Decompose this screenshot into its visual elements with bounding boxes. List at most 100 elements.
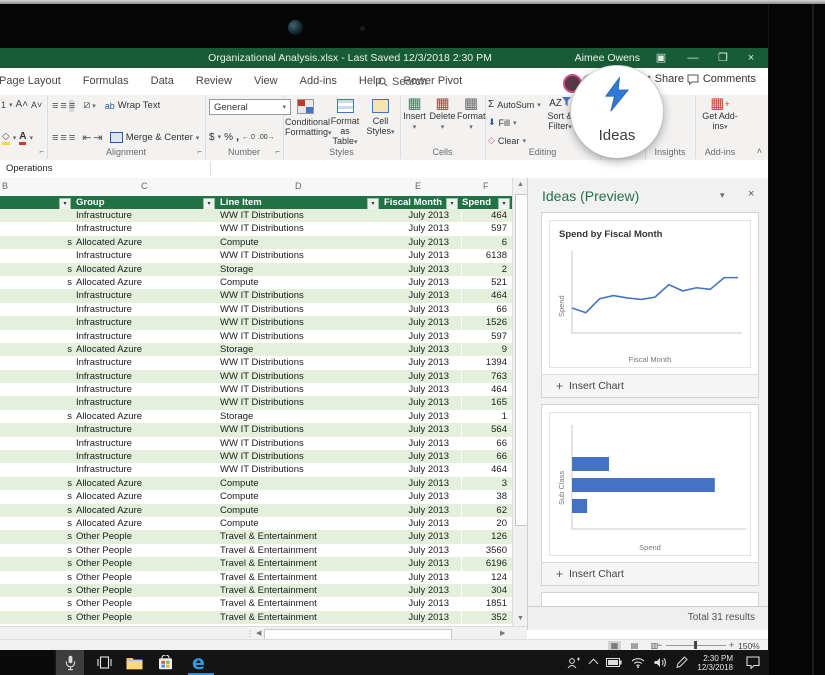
cell-spend[interactable]: 3 [462,477,512,490]
microsoft-store-button[interactable] [155,652,176,673]
cell-b[interactable]: s [0,557,72,570]
taskbar-clock[interactable]: 2:30 PM 12/3/2018 [697,654,733,672]
cell-group[interactable]: Infrastructure [72,423,216,436]
number-format-select[interactable]: General ▾ [209,99,291,115]
clear-button[interactable]: Clear [498,136,520,146]
comments-button[interactable]: Comments [687,73,756,85]
conditional-formatting-button[interactable]: Conditional Formatting▾ [285,99,325,139]
fill-color-button[interactable]: ◇ [2,131,10,145]
filter-button[interactable]: ▾ [446,198,458,210]
cell-spend[interactable]: 1526 [462,316,512,329]
table-body[interactable]: InfrastructureWW IT DistributionsJuly 20… [0,209,512,626]
filter-button[interactable]: ▾ [498,198,510,210]
cell-line-item[interactable]: Travel & Entertainment [216,530,380,543]
increase-decimal-button[interactable]: ←.0 [242,134,255,141]
cell-b[interactable] [0,396,72,409]
cell-fiscal-month[interactable]: July 2013 [380,530,462,543]
table-row[interactable]: InfrastructureWW IT DistributionsJuly 20… [0,330,512,343]
table-row[interactable]: sOther PeopleTravel & EntertainmentJuly … [0,584,512,597]
cell-fiscal-month[interactable]: July 2013 [380,477,462,490]
cell-line-item[interactable]: Travel & Entertainment [216,597,380,610]
cell-line-item[interactable]: Travel & Entertainment [216,571,380,584]
cell-b[interactable] [0,450,72,463]
cell-spend[interactable]: 66 [462,437,512,450]
cell-spend[interactable]: 521 [462,276,512,289]
cell-group[interactable]: Allocated Azure [72,477,216,490]
alignment-dialog-launcher[interactable]: ⌐ [197,147,202,156]
cell-spend[interactable]: 165 [462,396,512,409]
cell-b[interactable]: s [0,263,72,276]
cell-fiscal-month[interactable]: July 2013 [380,303,462,316]
cell-group[interactable]: Infrastructure [72,330,216,343]
font-color-button[interactable]: A [19,131,26,145]
scroll-down-arrow-icon[interactable]: ▼ [513,612,528,626]
cell-fiscal-month[interactable]: July 2013 [380,450,462,463]
insert-cells-button[interactable]: ▦ Insert▾ [401,99,428,133]
cell-spend[interactable]: 352 [462,611,512,624]
cell-fiscal-month[interactable]: July 2013 [380,571,462,584]
cell-b[interactable] [0,209,72,222]
font-size-controls[interactable]: 1▾ A˄A˅ [1,99,42,110]
table-row[interactable]: InfrastructureWW IT DistributionsJuly 20… [0,249,512,262]
cell-spend[interactable]: 1394 [462,356,512,369]
cell-spend[interactable]: 464 [462,383,512,396]
font-dialog-launcher[interactable]: ⌐ [39,147,44,156]
cell-b[interactable]: s [0,611,72,624]
cell-line-item[interactable]: WW IT Distributions [216,370,380,383]
cell-line-item[interactable]: Compute [216,276,380,289]
cell-group[interactable]: Infrastructure [72,396,216,409]
cell-group[interactable]: Other People [72,611,216,624]
cell-fiscal-month[interactable]: July 2013 [380,611,462,624]
cell-spend[interactable]: 304 [462,584,512,597]
cell-group[interactable]: Infrastructure [72,356,216,369]
table-row[interactable]: InfrastructureWW IT DistributionsJuly 20… [0,209,512,222]
task-view-button[interactable] [94,652,115,673]
cell-spend[interactable]: 3560 [462,544,512,557]
cell-line-item[interactable]: WW IT Distributions [216,423,380,436]
cell-line-item[interactable]: WW IT Distributions [216,356,380,369]
cell-fiscal-month[interactable]: July 2013 [380,396,462,409]
cell-b[interactable]: s [0,343,72,356]
cell-line-item[interactable]: Travel & Entertainment [216,584,380,597]
chart-thumbnail[interactable]: Spend by Fiscal Month Spend Fiscal Month [549,220,751,368]
ribbon-tab-page-layout[interactable]: Page Layout [0,68,72,95]
cell-group[interactable]: Infrastructure [72,222,216,235]
column-headers[interactable]: B C D E F [0,178,512,197]
cell-fiscal-month[interactable]: July 2013 [380,490,462,503]
cell-line-item[interactable]: WW IT Distributions [216,437,380,450]
table-row[interactable]: sOther PeopleTravel & EntertainmentJuly … [0,530,512,543]
cell-spend[interactable]: 564 [462,423,512,436]
cell-fiscal-month[interactable]: July 2013 [380,209,462,222]
cell-b[interactable]: s [0,236,72,249]
filter-button[interactable]: ▾ [203,198,215,210]
cell-b[interactable] [0,370,72,383]
cell-fiscal-month[interactable]: July 2013 [380,222,462,235]
cell-fiscal-month[interactable]: July 2013 [380,263,462,276]
cell-group[interactable]: Infrastructure [72,209,216,222]
cell-fiscal-month[interactable]: July 2013 [380,584,462,597]
cell-b[interactable] [0,316,72,329]
cell-b[interactable]: s [0,490,72,503]
close-button[interactable]: × [740,48,762,68]
cell-spend[interactable]: 124 [462,571,512,584]
cell-group[interactable]: Infrastructure [72,303,216,316]
cell-group[interactable]: Allocated Azure [72,517,216,530]
ribbon-tab-data[interactable]: Data [140,68,185,95]
cell-b[interactable] [0,249,72,262]
cell-line-item[interactable]: WW IT Distributions [216,463,380,476]
cell-spend[interactable]: 20 [462,517,512,530]
cell-line-item[interactable]: Compute [216,477,380,490]
decrease-decimal-button[interactable]: .00→ [258,134,275,141]
cell-spend[interactable]: 66 [462,303,512,316]
microphone-button[interactable] [56,650,84,675]
cell-spend[interactable]: 464 [462,463,512,476]
cell-fiscal-month[interactable]: July 2013 [380,504,462,517]
cell-line-item[interactable]: WW IT Distributions [216,222,380,235]
cell-group[interactable]: Infrastructure [72,450,216,463]
cell-spend[interactable]: 9 [462,343,512,356]
cell-group[interactable]: Other People [72,530,216,543]
page-layout-view-button[interactable]: ▤ [628,641,641,650]
signed-in-user[interactable]: Aimee Owens [575,48,640,68]
cell-b[interactable] [0,303,72,316]
table-row[interactable]: InfrastructureWW IT DistributionsJuly 20… [0,437,512,450]
